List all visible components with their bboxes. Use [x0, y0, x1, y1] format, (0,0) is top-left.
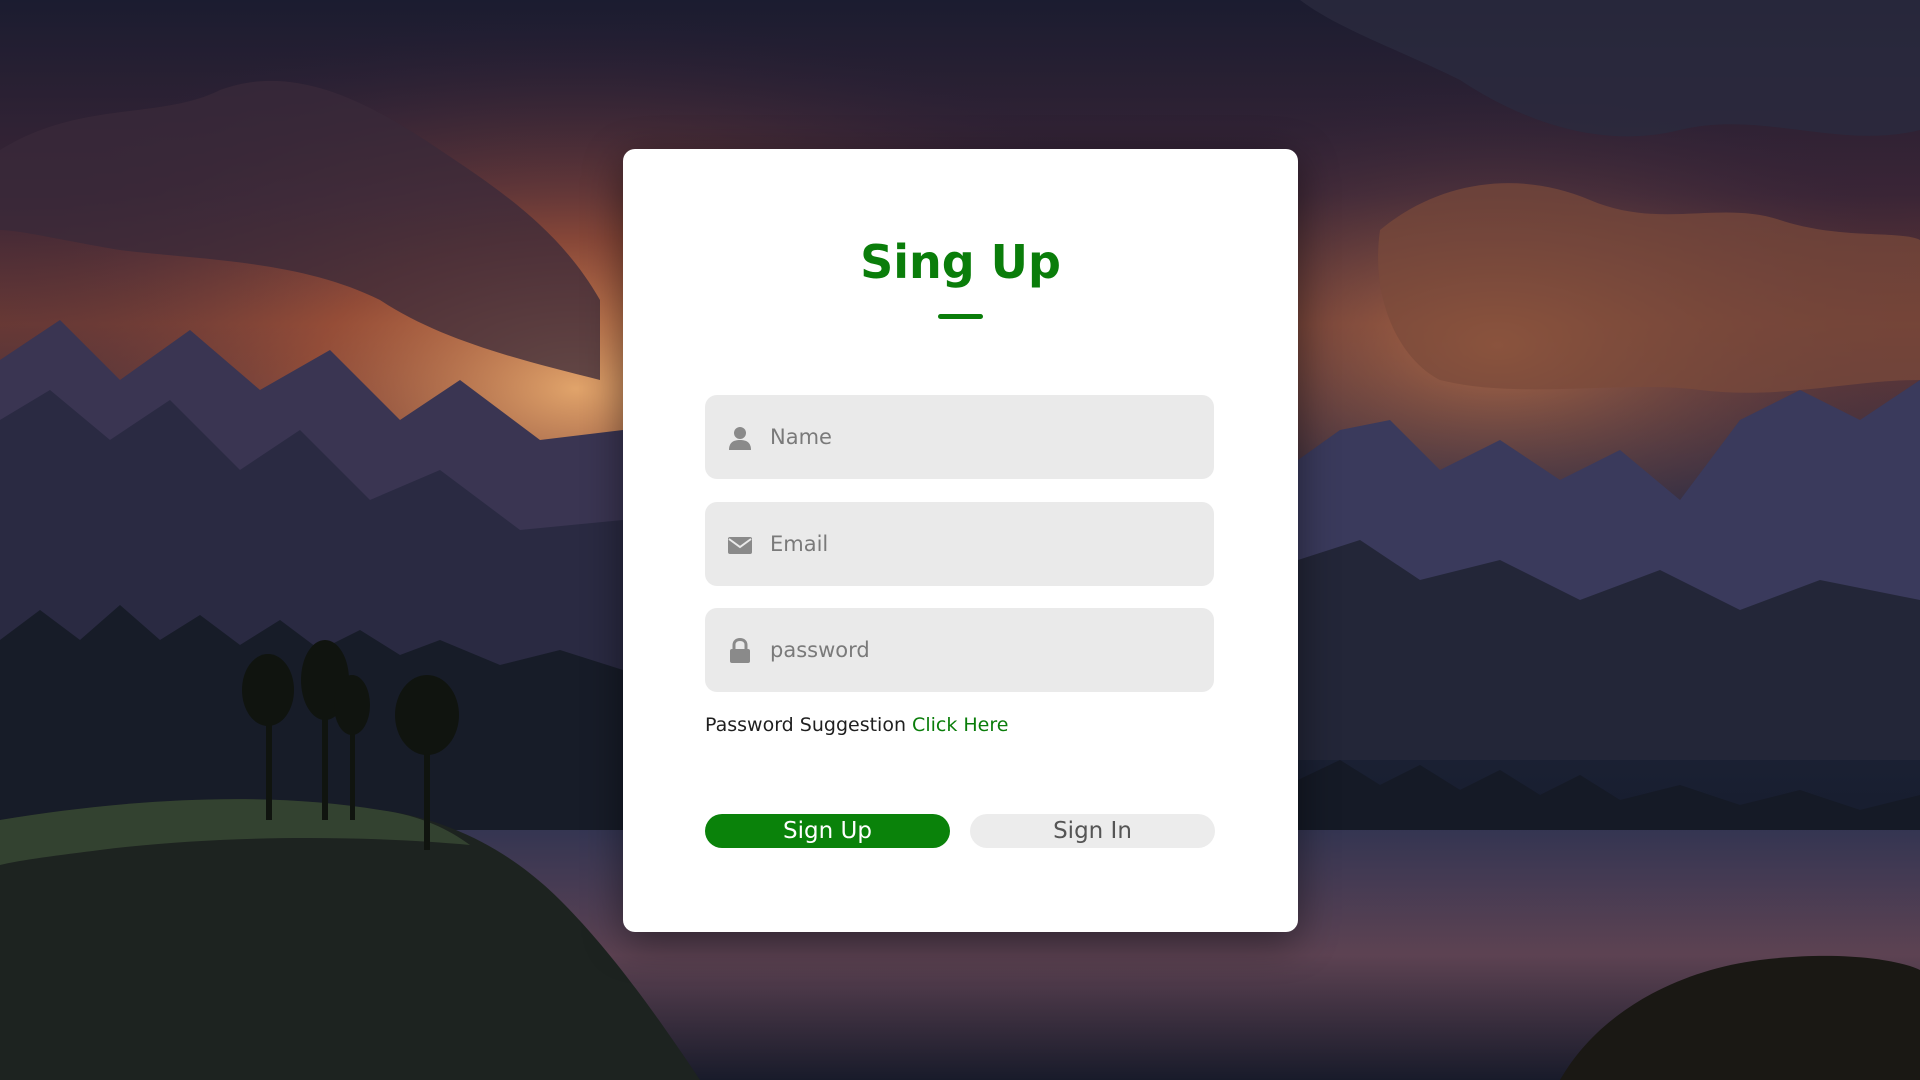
password-suggestion-link[interactable]: Click Here	[912, 714, 1008, 736]
signin-button[interactable]: Sign In	[970, 814, 1215, 848]
name-field[interactable]	[705, 395, 1214, 479]
name-input[interactable]	[770, 395, 1190, 479]
password-suggestion: Password Suggestion Click Here	[705, 714, 1008, 736]
signup-card: Sing Up Name Email Password Suggestion C…	[623, 149, 1298, 932]
title-underline	[938, 314, 983, 319]
email-field[interactable]	[705, 502, 1214, 586]
envelope-icon	[727, 532, 753, 558]
password-suggestion-label: Password Suggestion	[705, 714, 906, 736]
page-background: Sing Up Name Email Password Suggestion C…	[0, 0, 1920, 1080]
email-input[interactable]	[770, 502, 1190, 586]
password-field[interactable]	[705, 608, 1214, 692]
signup-button[interactable]: Sign Up	[705, 814, 950, 848]
lock-icon	[727, 637, 753, 664]
user-icon	[727, 425, 753, 451]
page-title: Sing Up	[860, 235, 1061, 289]
password-input[interactable]	[770, 608, 1190, 692]
